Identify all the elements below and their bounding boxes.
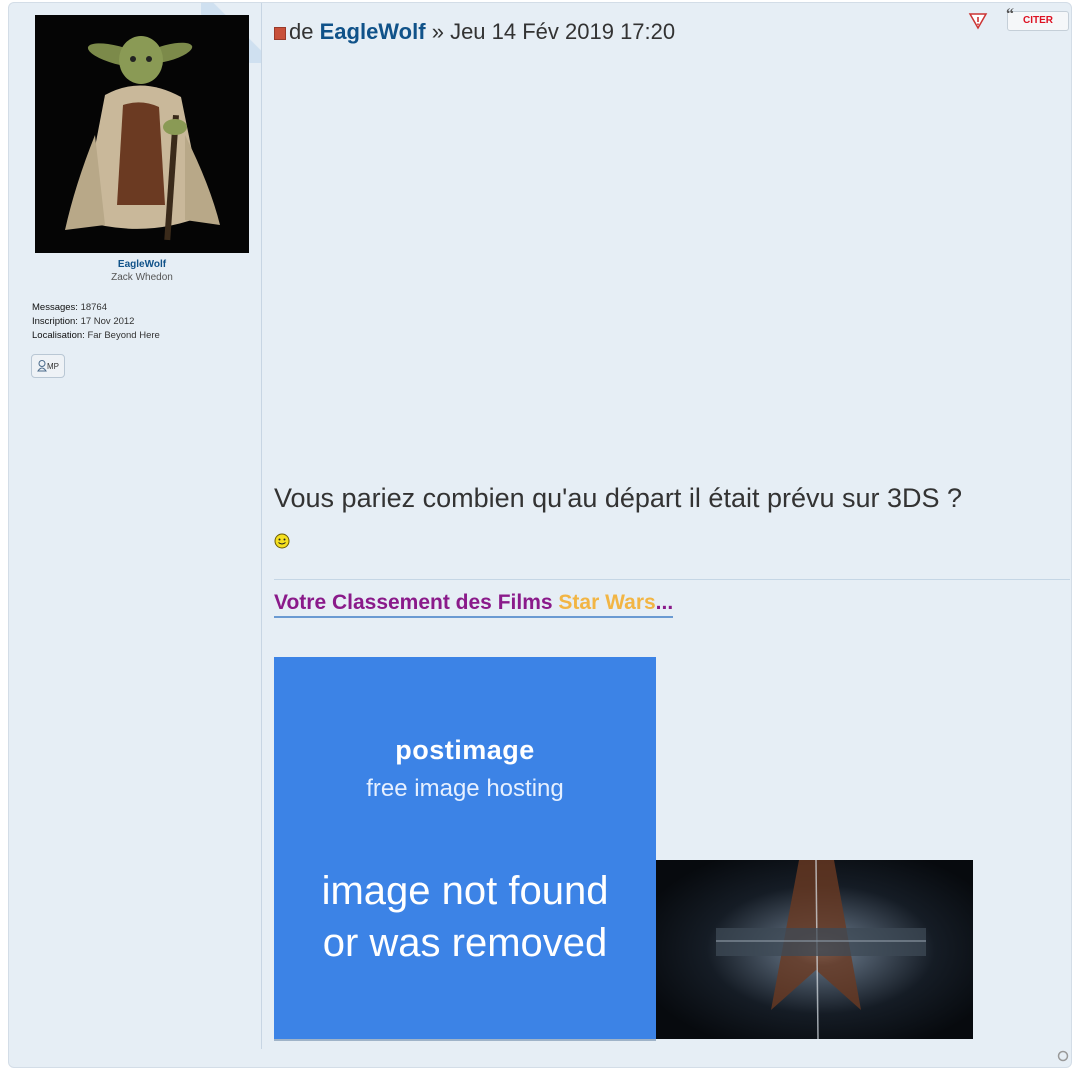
- profile-stats: Messages: 18764 Inscription: 17 Nov 2012…: [32, 301, 160, 343]
- stat-value: Far Beyond Here: [87, 330, 160, 341]
- stat-label: Messages:: [32, 302, 78, 313]
- report-button[interactable]: [967, 11, 989, 31]
- signature-ellipsis: ...: [655, 591, 674, 614]
- user-icon: [37, 360, 47, 372]
- postimage-placeholder[interactable]: postimage free image hosting image not f…: [274, 657, 656, 1039]
- image-bottom-border: [274, 1039, 656, 1041]
- stat-value: 17 Nov 2012: [80, 316, 135, 327]
- star-trek-banner-image: [656, 860, 973, 1039]
- report-icon: [968, 13, 988, 30]
- private-message-button[interactable]: MP: [31, 354, 65, 378]
- post-prefix: de: [289, 19, 314, 44]
- stat-messages: Messages: 18764: [32, 301, 160, 315]
- quote-label: CITER: [1023, 15, 1053, 26]
- quote-button[interactable]: “ CITER: [1006, 6, 1069, 31]
- stat-localisation: Localisation: Far Beyond Here: [32, 329, 160, 343]
- postimage-logo: postimage: [395, 735, 535, 765]
- star-trek-image[interactable]: [656, 860, 973, 1039]
- signature-text: Votre Classement des Films: [274, 591, 553, 614]
- signature-link[interactable]: Votre Classement des Films Star Wars...: [274, 591, 674, 618]
- stat-value: 18764: [80, 302, 107, 313]
- post-content: Vous pariez combien qu'au départ il étai…: [274, 483, 963, 513]
- post-header: de EagleWolf » Jeu 14 Fév 2019 17:20: [274, 19, 675, 45]
- stat-label: Inscription:: [32, 316, 78, 327]
- stat-inscription: Inscription: 17 Nov 2012: [32, 315, 160, 329]
- profile-rank: Zack Whedon: [111, 272, 173, 283]
- back-to-top-button[interactable]: [1057, 1049, 1069, 1062]
- yoda-avatar-image: [35, 15, 249, 253]
- smiley-icon: [274, 533, 290, 549]
- profile-username[interactable]: EagleWolf: [9, 259, 275, 270]
- post-separator: »: [431, 19, 444, 44]
- postimage-message: image not found or was removed: [274, 865, 656, 969]
- signature-divider: [274, 579, 1070, 580]
- postimage-message-line: image not found: [321, 869, 609, 913]
- post-author-link[interactable]: EagleWolf: [320, 19, 426, 44]
- postimage-message-line: or was removed: [322, 921, 608, 965]
- quote-icon: “: [1006, 6, 1014, 23]
- postimage-tagline: free image hosting: [366, 775, 564, 802]
- post-icon[interactable]: [274, 27, 286, 40]
- avatar: [35, 15, 249, 253]
- private-message-label: MP: [47, 361, 59, 371]
- post-profile: EagleWolf Zack Whedon Messages: 18764 In…: [9, 3, 262, 1049]
- post-date: Jeu 14 Fév 2019 17:20: [450, 19, 676, 44]
- forum-post: EagleWolf Zack Whedon Messages: 18764 In…: [8, 2, 1072, 1068]
- signature-highlight: Star Wars: [558, 591, 656, 614]
- stat-label: Localisation:: [32, 330, 85, 341]
- back-to-top-icon: [1057, 1050, 1069, 1062]
